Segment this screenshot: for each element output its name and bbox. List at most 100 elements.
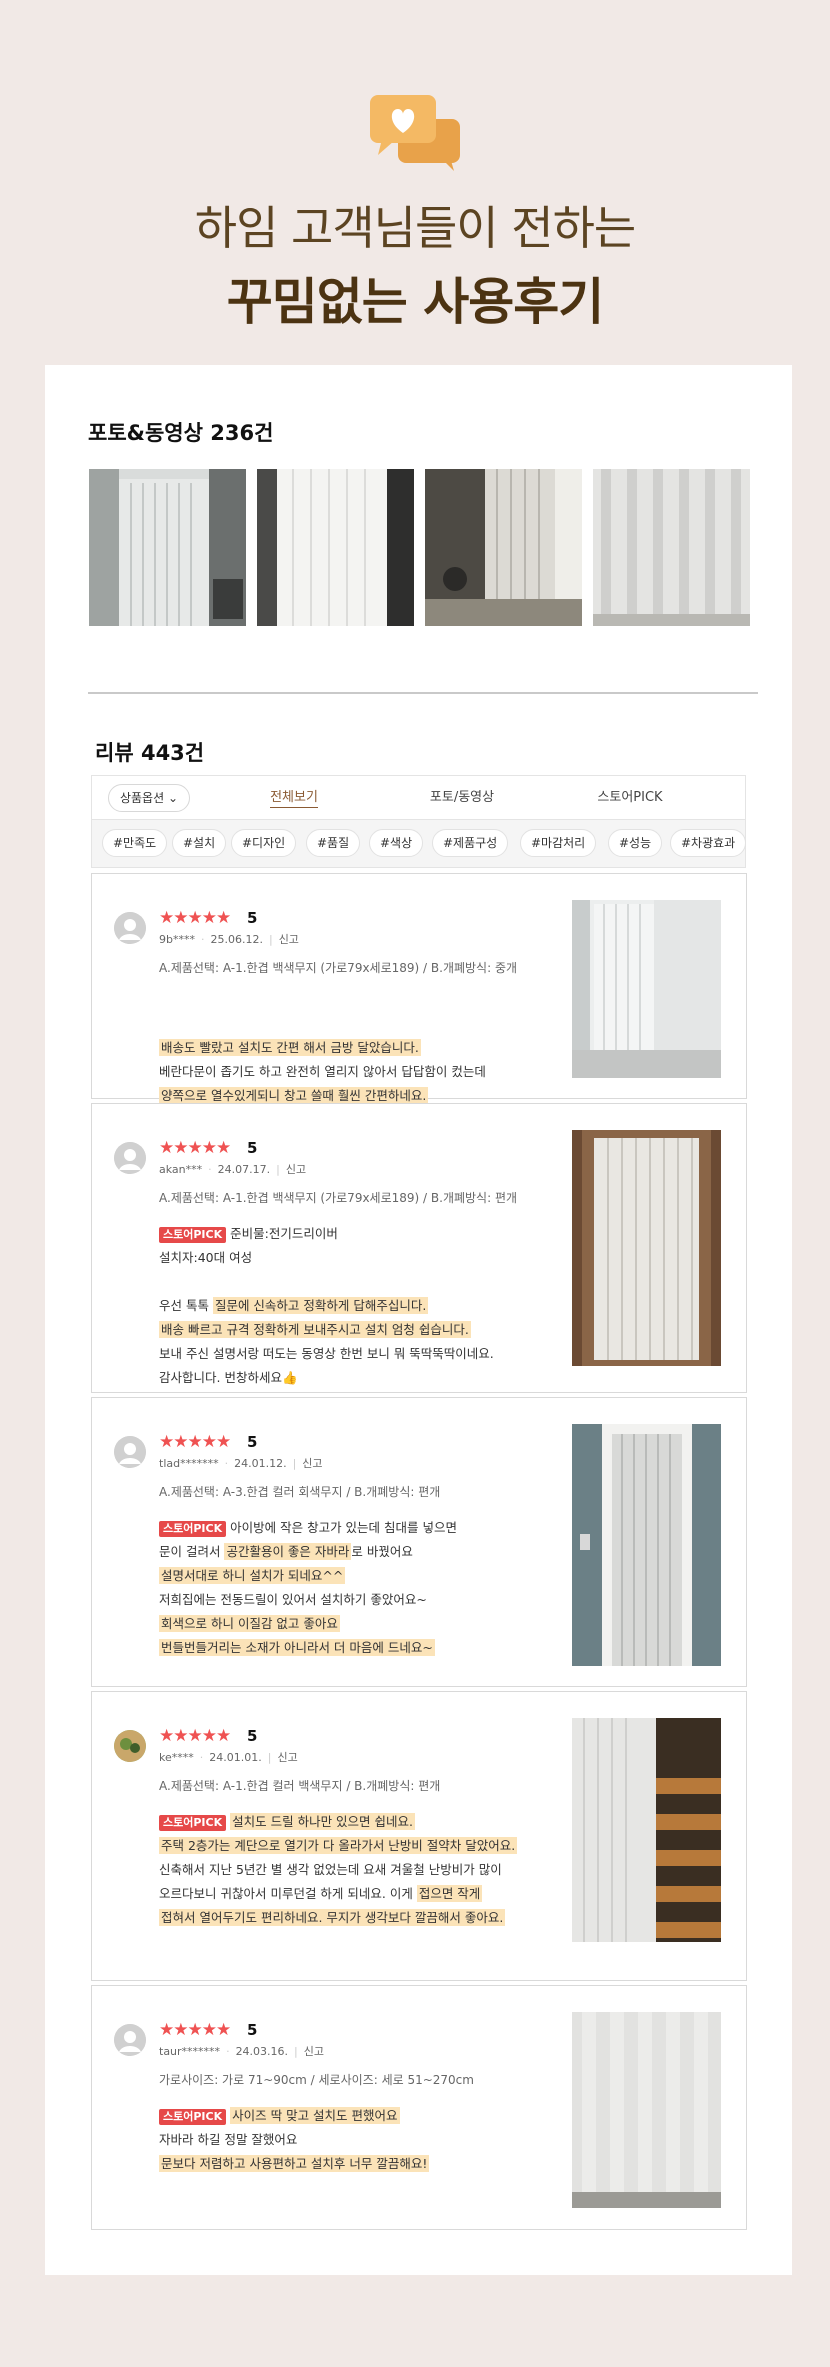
- tag-chip[interactable]: #디자인: [231, 829, 297, 857]
- review-user: ke****: [159, 1751, 194, 1764]
- tab-photo-video-label: 포토/동영상: [429, 790, 495, 805]
- review-user: 9b****: [159, 933, 195, 946]
- review-line: 접혀서 열어두기도 편리하네요. 무지가 생각보다 깔끔해서 좋아요.: [159, 1906, 517, 1930]
- tag-chip[interactable]: #마감처리: [520, 829, 597, 857]
- highlighted-text: 문보다 저렴하고 사용편하고 설치후 너무 깔끔해요!: [159, 2155, 430, 2172]
- star-rating: ★★★★★: [159, 1432, 231, 1452]
- review-line: 배송도 빨랐고 설치도 간편 해서 금방 달았습니다.: [159, 1036, 486, 1060]
- tag-chip[interactable]: #만족도: [102, 829, 168, 857]
- review-text: 보내 주신 설명서랑 떠도는 동영상 한번 보니 뭐 뚝딱뚝딱이네요.: [159, 1346, 494, 1361]
- tag-chip[interactable]: #색상: [369, 829, 424, 857]
- meta-separator: ·: [226, 2045, 230, 2058]
- review-line: 문보다 저렴하고 사용편하고 설치후 너무 깔끔해요!: [159, 2152, 430, 2176]
- highlighted-text: 사이즈 딱 맞고 설치도 편했어요: [230, 2107, 400, 2124]
- tab-all[interactable]: 전체보기: [219, 776, 369, 821]
- review-line: 설치자:40대 여성: [159, 1246, 494, 1270]
- review-text: 아이방에 작은 창고가 있는데 침대를 넣으면: [230, 1520, 457, 1535]
- review-line: 보내 주신 설명서랑 떠도는 동영상 한번 보니 뭐 뚝딱뚝딱이네요.: [159, 1342, 494, 1366]
- meta-separator: ·: [208, 1163, 212, 1176]
- review-body: 스토어PICK 준비물:전기드리이버설치자:40대 여성우선 톡톡 질문에 신속하…: [159, 1222, 494, 1390]
- avatar: [114, 2024, 146, 2056]
- header-title-line1: 하임 고객님들이 전하는: [194, 201, 636, 255]
- report-link[interactable]: 신고: [286, 1163, 306, 1176]
- highlighted-text: 질문에 신속하고 정확하게 답해주십니다.: [212, 1297, 429, 1314]
- report-link[interactable]: 신고: [279, 933, 299, 946]
- review-score: 5: [247, 2021, 258, 2039]
- review-line: [159, 1270, 494, 1294]
- review-line: 오르다보니 귀찮아서 미루던걸 하게 되네요. 이게 접으면 작게: [159, 1882, 517, 1906]
- photo-thumbnail[interactable]: [593, 469, 750, 626]
- section-divider: [88, 692, 758, 694]
- photo-thumbnail[interactable]: [425, 469, 582, 626]
- meta-separator: |: [276, 1163, 280, 1176]
- meta-separator: ·: [199, 1751, 204, 1764]
- review-date: 24.07.17.: [217, 1163, 271, 1176]
- review-option: A.제품선택: A-3.한겹 컬러 회색무지 / B.개폐방식: 편개: [159, 1485, 441, 1499]
- star-rating: ★★★★★: [159, 2020, 231, 2040]
- review-photo[interactable]: [572, 900, 721, 1078]
- review-line: 신축해서 지난 5년간 별 생각 없었는데 요새 겨울철 난방비가 많이: [159, 1858, 517, 1882]
- review-text: 로 바꿨어요: [351, 1544, 413, 1559]
- tab-store-pick[interactable]: 스토어PICK: [555, 776, 705, 821]
- review-body: 스토어PICK 설치도 드릴 하나만 있으면 쉽네요. 주택 2층가는 계단으로 열…: [159, 1810, 518, 1930]
- photo-count: 236건: [210, 421, 274, 445]
- avatar: [114, 1436, 146, 1468]
- meta-separator: |: [294, 2045, 298, 2058]
- review-line: 베란다문이 좁기도 하고 완전히 열리지 않아서 답답함이 컸는데: [159, 1060, 486, 1084]
- store-pick-badge: 스토어PICK: [159, 1521, 227, 1537]
- review-photo[interactable]: [572, 2012, 721, 2208]
- product-option-dropdown[interactable]: 상품옵션 ⌄: [108, 784, 190, 812]
- avatar: [114, 1730, 146, 1762]
- review-option: A.제품선택: A-1.한겹 컬러 백색무지 / B.개폐방식: 편개: [159, 1779, 441, 1793]
- review-card: ★★★★★ 5 tlad******* · 24.01.12. | 신고 A.제품선택: A-…: [91, 1397, 747, 1687]
- review-line: 우선 톡톡 질문에 신속하고 정확하게 답해주십니다.: [159, 1294, 494, 1318]
- review-photo[interactable]: [572, 1130, 721, 1366]
- highlighted-text: 회색으로 하니 이질감 없고 좋아요: [159, 1615, 340, 1632]
- tag-chip[interactable]: #품질: [306, 829, 361, 857]
- review-line: 번들번들거리는 소재가 아니라서 더 마음에 드네요~: [159, 1636, 457, 1660]
- tag-chip[interactable]: #차광효과: [670, 829, 747, 857]
- review-meta: ke**** · 24.01.01. | 신고: [159, 1749, 298, 1765]
- review-date: 25.06.12.: [210, 933, 263, 946]
- review-photo[interactable]: [572, 1718, 721, 1942]
- review-text: 설치자:40대 여성: [159, 1250, 253, 1265]
- meta-separator: |: [267, 1751, 272, 1764]
- highlighted-text: 해서 금방 달았습니다.: [301, 1039, 421, 1056]
- star-rating: ★★★★★: [159, 1138, 231, 1158]
- tag-chip[interactable]: #제품구성: [432, 829, 509, 857]
- review-text: 자바라 하길 정말 잘했어요: [159, 2132, 298, 2147]
- product-option-label: 상품옵션: [119, 791, 165, 805]
- review-meta: tlad******* · 24.01.12. | 신고: [159, 1455, 323, 1471]
- review-line: 스토어PICK 사이즈 딱 맞고 설치도 편했어요: [159, 2104, 429, 2128]
- review-line: 문이 걸려서 공간활용이 좋은 자바라 로 바꿨어요: [159, 1540, 457, 1564]
- review-text: 저희집에는 전동드릴이 있어서 설치하기 좋았어요~: [159, 1592, 427, 1607]
- highlighted-text: 설명서대로 하니 설치가 되네요^^: [159, 1567, 346, 1584]
- review-option: A.제품선택: A-1.한겹 백색무지 (가로79x세로189) / B.개폐방…: [159, 1191, 518, 1205]
- review-body: 스토어PICK 아이방에 작은 창고가 있는데 침대를 넣으면 문이 걸려서 공간활…: [159, 1516, 457, 1660]
- tab-photo-video[interactable]: 포토/동영상: [387, 776, 537, 821]
- review-option: A.제품선택: A-1.한겹 백색무지 (가로79x세로189) / B.개폐방…: [159, 961, 518, 975]
- photo-section-title: 포토&동영상 236건: [88, 417, 273, 447]
- chevron-down-icon: ⌄: [167, 791, 179, 805]
- review-photo[interactable]: [572, 1424, 721, 1666]
- review-line: 감사합니다. 번창하세요👍: [159, 1366, 494, 1390]
- review-text: 우선 톡톡: [159, 1298, 213, 1313]
- meta-separator: ·: [224, 1457, 229, 1470]
- photo-thumbnail[interactable]: [89, 469, 246, 626]
- photo-thumbnail[interactable]: [257, 469, 414, 626]
- review-card: ★★★★★ 5 taur******* · 24.03.16. | 신고 가로사이즈: 가로 …: [91, 1985, 747, 2230]
- review-score: 5: [247, 1139, 258, 1157]
- review-body: 배송도 빨랐고 설치도 간편 해서 금방 달았습니다. 베란다문이 좁기도 하고 완…: [159, 1036, 486, 1108]
- review-text: 신축해서 지난 5년간 별 생각 없었는데 요새 겨울철 난방비가 많이: [159, 1862, 502, 1877]
- report-link[interactable]: 신고: [302, 1457, 322, 1470]
- report-link[interactable]: 신고: [304, 2045, 324, 2058]
- highlighted-text: 공간활용이 좋은 자바라: [224, 1543, 352, 1560]
- tag-chip[interactable]: #성능: [608, 829, 663, 857]
- tag-chip[interactable]: #설치: [172, 829, 227, 857]
- review-body: 스토어PICK 사이즈 딱 맞고 설치도 편했어요 자바라 하길 정말 잘했어요문…: [159, 2104, 430, 2176]
- review-meta: taur******* · 24.03.16. | 신고: [159, 2043, 324, 2059]
- review-line: 스토어PICK 아이방에 작은 창고가 있는데 침대를 넣으면: [159, 1516, 457, 1540]
- review-line: 스토어PICK 준비물:전기드리이버: [159, 1222, 494, 1246]
- report-link[interactable]: 신고: [277, 1751, 297, 1764]
- tab-store-pick-label: 스토어PICK: [597, 790, 663, 805]
